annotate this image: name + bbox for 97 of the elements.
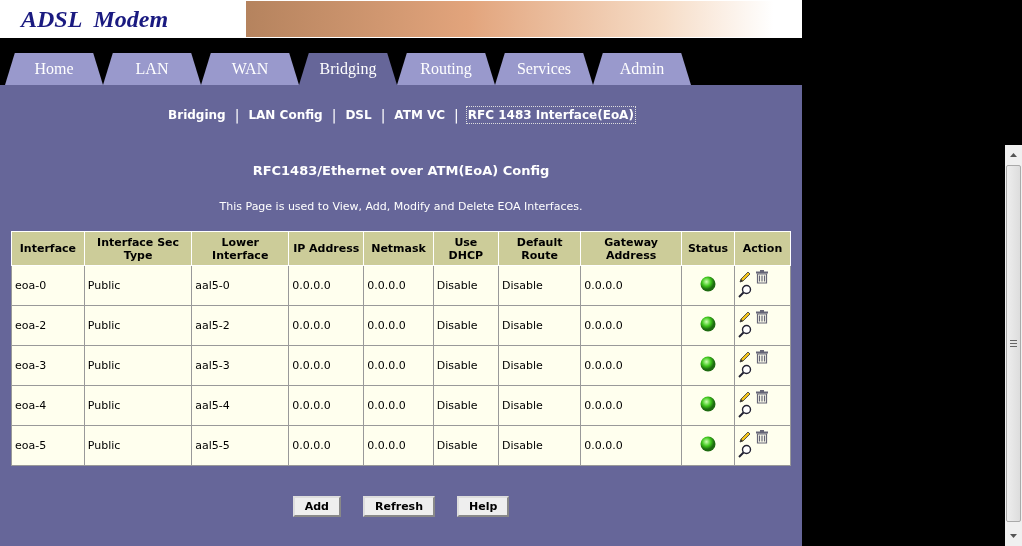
status-led-icon [700, 396, 716, 412]
table-cell: Disable [433, 265, 499, 306]
nav-tab[interactable]: Services [495, 53, 593, 85]
action-button[interactable]: Add [292, 496, 341, 517]
table-cell: Disable [433, 345, 499, 386]
column-header: Netmask [363, 231, 434, 266]
nav-tab[interactable]: WAN [201, 53, 299, 85]
search-icon[interactable] [738, 364, 753, 378]
table-cell: Public [84, 425, 192, 466]
table-cell: 0.0.0.0 [288, 345, 364, 386]
pencil-icon[interactable] [738, 430, 753, 444]
table-cell: 0.0.0.0 [580, 385, 682, 426]
page-description: This Page is used to View, Add, Modify and Delete EOA Interfaces. [219, 200, 583, 213]
column-header: Lower Interface [191, 231, 289, 266]
table-cell: Disable [498, 265, 581, 306]
table-cell: aal5-0 [191, 265, 289, 306]
table-cell: 0.0.0.0 [363, 425, 434, 466]
column-header: Use DHCP [433, 231, 499, 266]
sub-nav-link[interactable]: LAN Config [247, 107, 324, 123]
column-header: Action [734, 231, 791, 266]
table-cell: Disable [433, 425, 499, 466]
status-led-icon [700, 276, 716, 292]
table-cell: eoa-5 [11, 425, 85, 466]
table-cell: 0.0.0.0 [580, 265, 682, 306]
table-cell: Public [84, 385, 192, 426]
table-cell: aal5-2 [191, 305, 289, 346]
table-cell: 0.0.0.0 [288, 265, 364, 306]
table-cell: Disable [433, 305, 499, 346]
pencil-icon[interactable] [738, 270, 753, 284]
nav-tab[interactable]: Home [5, 53, 103, 85]
sub-nav-link[interactable]: RFC 1483 Interface(EoA) [466, 107, 635, 123]
table-cell: 0.0.0.0 [288, 305, 364, 346]
table-cell: Disable [498, 425, 581, 466]
table-cell: aal5-5 [191, 425, 289, 466]
table-cell: Public [84, 345, 192, 386]
table-cell: aal5-3 [191, 345, 289, 386]
scroll-thumb[interactable] [1006, 165, 1021, 522]
column-header: Interface [11, 231, 85, 266]
table-cell: 0.0.0.0 [580, 345, 682, 386]
table-cell: eoa-2 [11, 305, 85, 346]
table-cell: 0.0.0.0 [363, 305, 434, 346]
table-cell: Disable [498, 385, 581, 426]
column-header: Gateway Address [580, 231, 682, 266]
scroll-down-icon[interactable] [1010, 534, 1017, 538]
action-button[interactable]: Refresh [363, 496, 435, 517]
column-header: Status [681, 231, 735, 266]
table-cell: Public [84, 265, 192, 306]
table-cell: 0.0.0.0 [363, 265, 434, 306]
trash-icon[interactable] [755, 270, 770, 284]
logo: ADSL Modem [19, 5, 170, 34]
scroll-up-icon[interactable] [1010, 153, 1017, 157]
table-cell: 0.0.0.0 [580, 425, 682, 466]
table-cell: eoa-4 [11, 385, 85, 426]
sub-nav-link[interactable]: ATM VC [393, 107, 447, 123]
table-cell: Disable [498, 305, 581, 346]
table-cell: 0.0.0.0 [580, 305, 682, 346]
trash-icon[interactable] [755, 390, 770, 404]
table-cell: Disable [433, 385, 499, 426]
status-led-icon [700, 436, 716, 452]
status-led-icon [700, 356, 716, 372]
search-icon[interactable] [738, 404, 753, 418]
table-cell: 0.0.0.0 [363, 345, 434, 386]
sub-nav-link[interactable]: Bridging [167, 107, 227, 123]
trash-icon[interactable] [755, 430, 770, 444]
table-cell: Public [84, 305, 192, 346]
status-led-icon [700, 316, 716, 332]
table-cell: aal5-4 [191, 385, 289, 426]
sub-nav-link[interactable]: DSL [344, 107, 373, 123]
column-header: Default Route [498, 231, 581, 266]
table-cell: 0.0.0.0 [363, 385, 434, 426]
nav-tab[interactable]: Admin [593, 53, 691, 85]
table-cell: Disable [498, 345, 581, 386]
scrollbar[interactable] [1005, 145, 1022, 546]
action-button[interactable]: Help [456, 496, 510, 517]
separator: | [380, 107, 386, 123]
separator: | [454, 107, 459, 123]
nav-tab[interactable]: LAN [103, 53, 201, 85]
search-icon[interactable] [738, 284, 753, 298]
separator: | [234, 107, 240, 123]
pencil-icon[interactable] [738, 310, 753, 324]
search-icon[interactable] [738, 324, 753, 338]
table-cell: eoa-0 [11, 265, 85, 306]
grip-icon [1010, 340, 1017, 347]
pencil-icon[interactable] [738, 390, 753, 404]
table-cell: 0.0.0.0 [288, 425, 364, 466]
table-cell: eoa-3 [11, 345, 85, 386]
trash-icon[interactable] [755, 350, 770, 364]
pencil-icon[interactable] [738, 350, 753, 364]
table-cell: 0.0.0.0 [288, 385, 364, 426]
column-header: IP Address [288, 231, 364, 266]
search-icon[interactable] [738, 444, 753, 458]
nav-tab[interactable]: Bridging [299, 53, 397, 85]
nav-tab[interactable]: Routing [397, 53, 495, 85]
trash-icon[interactable] [755, 310, 770, 324]
separator: | [331, 107, 337, 123]
column-header: Interface Sec Type [84, 231, 192, 266]
page-title: RFC1483/Ethernet over ATM(EoA) Config [252, 163, 550, 178]
